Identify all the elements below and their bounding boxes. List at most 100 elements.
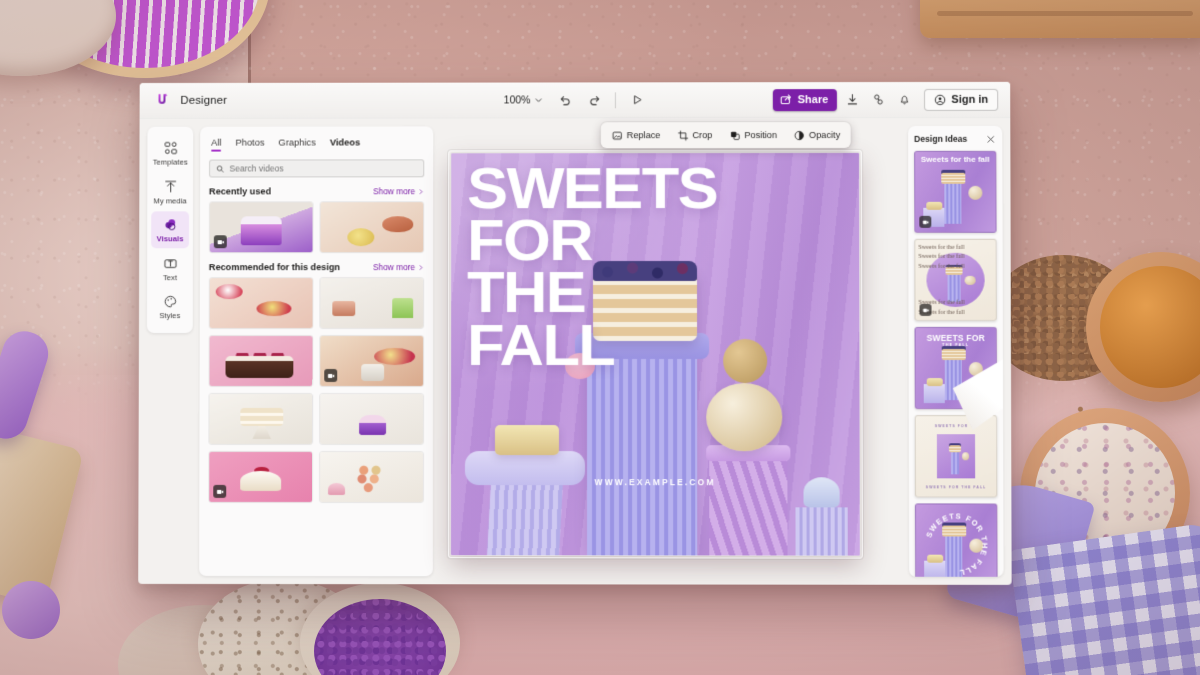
sidebar-item-label: My media xyxy=(153,196,187,206)
sidebar-item-label: Styles xyxy=(159,311,181,321)
undo-button[interactable] xyxy=(554,89,576,111)
svg-text:SWEETS FOR THE FALL: SWEETS FOR THE FALL xyxy=(924,511,989,576)
thumb-image xyxy=(209,393,313,444)
mini-pastry xyxy=(968,185,983,200)
tab-photos[interactable]: Photos xyxy=(235,137,264,152)
search-input[interactable] xyxy=(229,163,418,174)
design-ideas-title: Design Ideas xyxy=(914,133,968,144)
play-button[interactable] xyxy=(626,89,648,111)
notification-button[interactable] xyxy=(893,88,915,110)
crop-button[interactable]: Crop xyxy=(674,128,715,143)
idea-thumbnail-scene xyxy=(936,433,976,479)
mini-pastry xyxy=(968,361,984,377)
idea-heading: Sweets for the fall xyxy=(920,154,990,164)
design-ideas-panel: Design Ideas Sweets for the fall Sweets … xyxy=(908,125,1004,577)
recently-used-show-more[interactable]: Show more xyxy=(373,186,424,196)
search-box[interactable] xyxy=(209,159,425,178)
mini-cake xyxy=(940,172,965,184)
media-tabs: All Photos Graphics Videos xyxy=(209,135,424,151)
mini-plinth xyxy=(923,384,945,404)
idea-label-top: SWEETS FOR TH xyxy=(934,424,978,429)
media-thumb-dessert-trio[interactable] xyxy=(319,277,425,330)
link-button[interactable] xyxy=(867,89,889,111)
position-button[interactable]: Position xyxy=(726,128,780,143)
video-badge-icon xyxy=(919,215,932,228)
idea-label-bottom: SWEETS FOR THE FALL xyxy=(925,485,987,490)
close-design-ideas-button[interactable] xyxy=(984,133,996,145)
app-title: Designer xyxy=(180,94,227,107)
thumb-image xyxy=(209,336,313,386)
media-thumb-coffee-table-setting-video[interactable] xyxy=(319,335,425,387)
position-label: Position xyxy=(744,130,778,141)
design-canvas[interactable]: SWEETS FOR THE FALL WWW.EXAMPLE.COM xyxy=(449,151,861,557)
idea-card-caps-heading[interactable]: SWEETS FOR THE FALL xyxy=(914,326,998,410)
close-icon xyxy=(986,135,993,142)
crop-label: Crop xyxy=(692,130,713,141)
media-thumb-macaron-tower[interactable] xyxy=(319,450,424,504)
sidebar-item-visuals[interactable]: Visuals xyxy=(151,211,190,249)
position-layers-icon xyxy=(731,131,740,140)
video-badge-icon xyxy=(213,484,227,498)
redo-button[interactable] xyxy=(583,89,605,111)
sidebar-item-text[interactable]: Text xyxy=(151,250,189,287)
poster-center-column xyxy=(587,348,698,556)
opacity-button[interactable]: Opacity xyxy=(791,128,843,143)
idea-circular-heading: SWEETS FOR THE FALL xyxy=(924,511,989,576)
sidebar-item-label: Templates xyxy=(152,157,188,167)
poster-lemon-tart xyxy=(494,425,559,456)
thumb-image xyxy=(320,393,424,445)
video-badge-icon xyxy=(213,235,227,249)
mini-cake xyxy=(941,348,966,360)
chevron-right-icon xyxy=(420,264,423,270)
show-more-label: Show more xyxy=(372,262,416,273)
recommended-header: Recommended for this design Show more xyxy=(209,262,424,272)
sidebar-item-label: Text xyxy=(162,272,178,282)
share-button[interactable]: Share xyxy=(772,88,838,111)
tab-graphics[interactable]: Graphics xyxy=(278,137,315,152)
designer-app-window: Designer 100% Share Sign in Templates My… xyxy=(138,81,1012,585)
zoom-control[interactable]: 100% xyxy=(500,92,548,108)
media-thumb-raspberry-chocolate-cake[interactable] xyxy=(208,335,314,387)
text-box-icon xyxy=(164,259,177,269)
media-thumb-lemon-plate[interactable] xyxy=(208,277,314,330)
media-thumb-purple-cupcake[interactable] xyxy=(319,392,425,446)
tab-videos[interactable]: Videos xyxy=(330,137,360,152)
app-body: Templates My media Visuals Text Styles A… xyxy=(138,118,1011,585)
idea-card-repeated-serif[interactable]: Sweets for the fall Sweets for the fall … xyxy=(914,238,997,321)
recommended-show-more[interactable]: Show more xyxy=(373,262,424,272)
mini-column xyxy=(944,182,962,224)
search-icon xyxy=(217,165,225,173)
replace-button[interactable]: Replace xyxy=(609,128,664,143)
tab-all[interactable]: All xyxy=(211,137,221,152)
sign-in-button[interactable]: Sign in xyxy=(924,88,999,111)
media-thumb-cake-stand[interactable] xyxy=(208,392,314,445)
video-badge-icon xyxy=(919,303,932,316)
idea-card-circular-text[interactable]: SWEETS FOR THE FALL xyxy=(914,503,998,577)
sidebar-item-label: Visuals xyxy=(156,234,184,244)
mini-tart xyxy=(926,201,943,210)
image-replace-icon xyxy=(613,131,623,140)
chevron-right-icon xyxy=(420,189,424,195)
media-thumb-cherry-pudding-video[interactable] xyxy=(208,450,314,503)
media-thumb-lemon-still-life[interactable] xyxy=(319,201,425,254)
idea-repeated-lines-top: Sweets for the fall Sweets for the fall … xyxy=(918,243,965,270)
recently-used-grid xyxy=(208,201,425,254)
sidebar-item-my-media[interactable]: My media xyxy=(151,173,189,209)
visuals-shapes-icon xyxy=(165,220,176,232)
sidebar-item-templates[interactable]: Templates xyxy=(151,135,189,171)
poster-headline: SWEETS FOR THE FALL xyxy=(467,156,718,378)
sidebar-item-styles[interactable]: Styles xyxy=(151,289,189,326)
idea-card-minimal-frame[interactable]: SWEETS FOR TH SWEETS FOR THE FALL xyxy=(914,415,998,498)
templates-grid-icon xyxy=(164,142,177,155)
upload-arrow-icon xyxy=(165,181,177,193)
mini-column xyxy=(950,450,960,475)
left-rail: Templates My media Visuals Text Styles xyxy=(146,126,194,334)
recommended-grid xyxy=(208,277,425,513)
download-button[interactable] xyxy=(841,89,863,111)
section-title: Recommended for this design xyxy=(208,262,341,273)
link-icon xyxy=(874,94,883,105)
idea-card-script-heading[interactable]: Sweets for the fall xyxy=(914,150,997,233)
play-icon xyxy=(634,95,643,105)
recently-used-header: Recently used Show more xyxy=(209,186,424,196)
media-thumb-purple-layer-cake-video[interactable] xyxy=(208,201,314,254)
